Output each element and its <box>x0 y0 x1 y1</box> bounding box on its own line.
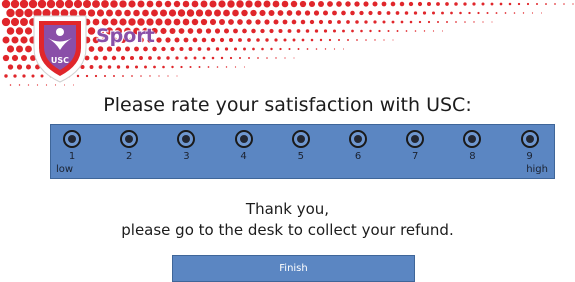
finish-button[interactable]: Finish <box>172 255 415 282</box>
rating-number: 7 <box>412 151 419 162</box>
logo-text: USC <box>51 56 69 65</box>
rating-option-2[interactable]: 2 <box>114 125 144 180</box>
refund-instruction: please go to the desk to collect your re… <box>121 221 454 239</box>
rating-option-3[interactable]: 3 <box>171 125 201 180</box>
rating-number: 5 <box>297 151 304 162</box>
radio-button[interactable] <box>63 130 81 148</box>
rating-number: 4 <box>240 151 247 162</box>
radio-button[interactable] <box>463 130 482 148</box>
radio-button[interactable] <box>406 130 425 148</box>
rating-number: 3 <box>183 151 190 162</box>
rating-option-1[interactable]: 1 <box>57 125 87 180</box>
radio-button[interactable] <box>349 130 367 148</box>
rating-option-9[interactable]: 9 <box>515 125 545 180</box>
brand-name: Sport <box>96 25 155 47</box>
rating-option-4[interactable]: 4 <box>229 125 259 180</box>
rating-number: 2 <box>126 151 133 162</box>
rating-scale: low high 123456789 <box>50 124 555 179</box>
radio-button[interactable] <box>120 130 139 148</box>
rating-option-7[interactable]: 7 <box>400 125 430 180</box>
thank-you-message: Thank you, please go to the desk to coll… <box>0 199 575 241</box>
thank-you-line: Thank you, <box>245 200 330 218</box>
rating-option-8[interactable]: 8 <box>457 125 487 180</box>
rating-number: 8 <box>469 151 476 162</box>
radio-button[interactable] <box>234 130 253 148</box>
rating-option-5[interactable]: 5 <box>286 125 316 180</box>
rating-number: 6 <box>354 151 362 162</box>
rating-number: 1 <box>68 151 76 162</box>
header-banner: USC Sport <box>0 0 575 95</box>
radio-button[interactable] <box>520 130 539 148</box>
rating-number: 9 <box>526 151 533 162</box>
rating-question: Please rate your satisfaction with USC: <box>103 94 472 116</box>
radio-button[interactable] <box>291 130 310 148</box>
usc-logo: USC <box>30 10 90 84</box>
radio-button[interactable] <box>177 130 196 148</box>
rating-option-6[interactable]: 6 <box>343 125 373 180</box>
